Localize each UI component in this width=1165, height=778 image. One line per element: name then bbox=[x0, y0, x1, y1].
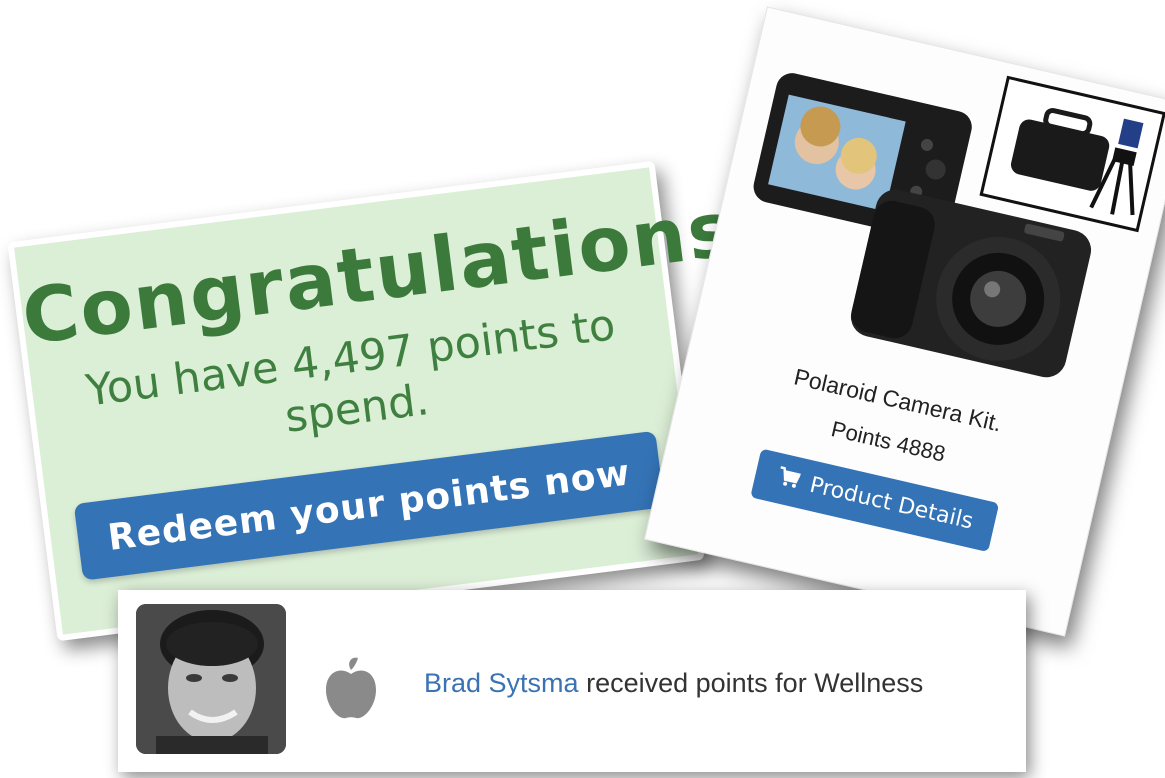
product-image[interactable] bbox=[696, 8, 1165, 415]
product-card: Polaroid Camera Kit. Points 4888 Product… bbox=[644, 6, 1165, 637]
activity-feed-item: Brad Sytsma received points for Wellness bbox=[118, 590, 1026, 772]
congratulations-card: Congratulations You have 4,497 points to… bbox=[7, 160, 740, 642]
activity-description: received points for Wellness bbox=[586, 668, 924, 698]
shopping-cart-icon bbox=[774, 465, 801, 495]
apple-icon bbox=[324, 656, 378, 725]
avatar[interactable] bbox=[136, 604, 286, 754]
camera-kit-illustration bbox=[753, 73, 1165, 378]
collage-stage: Congratulations You have 4,497 points to… bbox=[0, 0, 1165, 778]
activity-message: Brad Sytsma received points for Wellness bbox=[424, 668, 923, 699]
product-details-label: Product Details bbox=[807, 472, 976, 535]
user-name-link[interactable]: Brad Sytsma bbox=[424, 668, 579, 698]
